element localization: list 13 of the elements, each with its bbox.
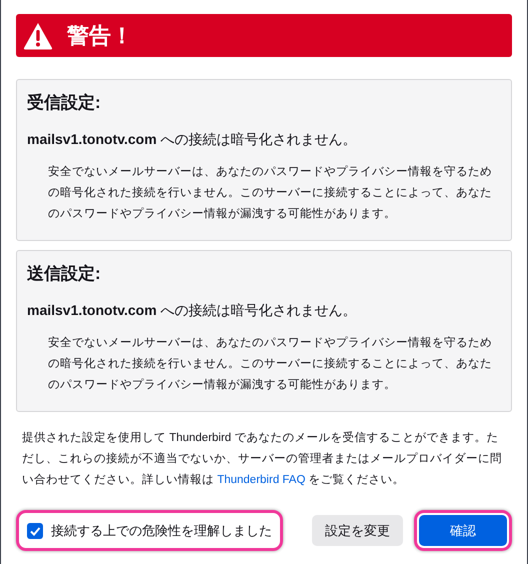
warning-detail: 安全でないメールサーバーは、あなたのパスワードやプライバシー情報を守るための暗号化された接続を行いません。このサーバーに接続することによって、あなたのパスワードやプライバシー情報が漏洩する可能性があります。 [48,164,493,222]
section-heading: 受信設定: [27,92,102,114]
connection-message: mailsv1.tonotv.com への接続は暗号化されません。 [27,130,358,148]
warning-icon [23,22,53,50]
confirm-button[interactable]: 確認 [419,515,507,546]
checkmark-icon [29,524,41,536]
faq-link[interactable]: Thunderbird FAQ [217,474,306,486]
change-settings-button[interactable]: 設定を変更 [312,515,403,546]
info-text: 提供された設定を使用して Thunderbird であなたのメールを受信することができます。ただし、これらの接続が不適当でないか、サーバーの管理者またはメールプロバイダーに問い合わせてください。詳しい情報は Thunderbird FAQ をご覧ください。 [21,430,503,488]
warning-title: 警告！ [67,22,133,50]
section-heading: 送信設定: [27,263,102,285]
warning-detail: 安全でないメールサーバーは、あなたのパスワードやプライバシー情報を守るための暗号化された接続を行いません。このサーバーに接続することによって、あなたのパスワードやプライバシー情報が漏洩する可能性があります。 [48,335,493,392]
connection-message: mailsv1.tonotv.com への接続は暗号化されません。 [27,300,358,320]
